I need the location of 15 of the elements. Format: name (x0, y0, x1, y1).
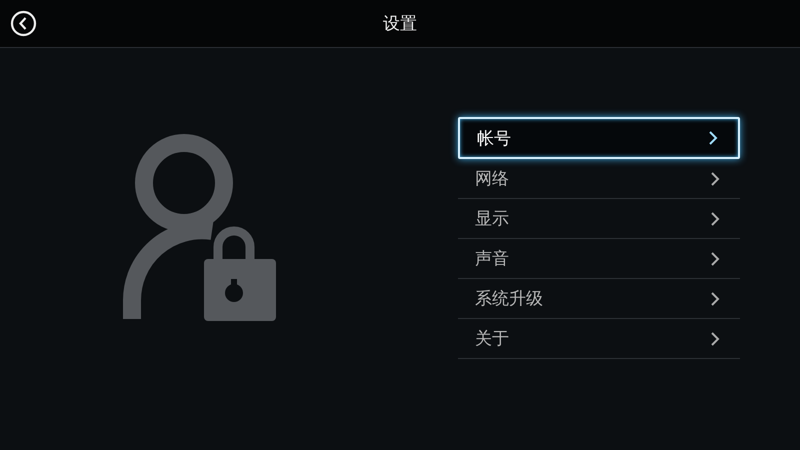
back-button[interactable] (10, 10, 37, 37)
chevron-icon (710, 252, 720, 266)
user-lock-icon (120, 131, 276, 321)
menu-item[interactable]: 关于 (458, 319, 740, 359)
menu-item[interactable]: 系统升级 (458, 279, 740, 319)
menu-item[interactable]: 帐号 (458, 117, 740, 159)
menu-item[interactable]: 网络 (458, 159, 740, 199)
chevron-icon (710, 212, 720, 226)
chevron-icon (708, 131, 718, 145)
chevron-icon (710, 172, 720, 186)
menu-item[interactable]: 声音 (458, 239, 740, 279)
chevron-icon (710, 292, 720, 306)
menu-item[interactable]: 显示 (458, 199, 740, 239)
chevron-icon (710, 332, 720, 346)
page-title: 设置 (383, 13, 417, 35)
